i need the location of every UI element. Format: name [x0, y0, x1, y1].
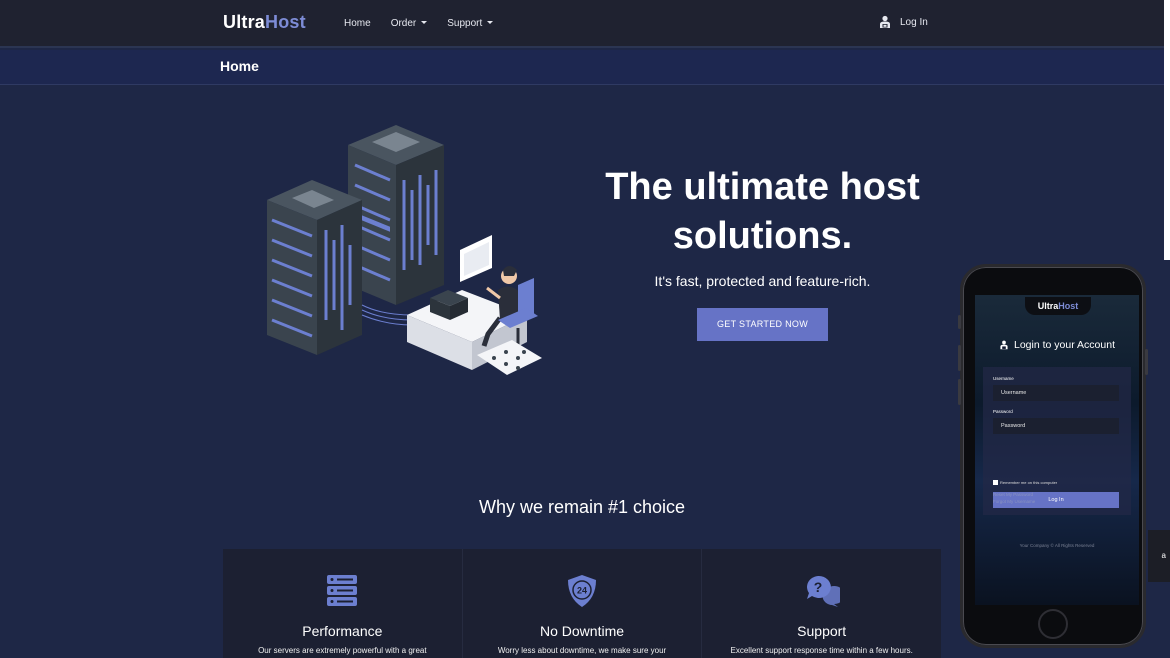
password-input[interactable]: Password	[993, 418, 1119, 434]
caret-down-icon	[421, 20, 428, 24]
reset-password-link[interactable]: Reset My Password	[993, 491, 1035, 498]
remember-me-checkbox[interactable]: Remember me on this computer	[993, 480, 1057, 485]
question-chat-icon: ?	[806, 575, 840, 607]
phone-brand-part1: Ultra	[1037, 301, 1059, 311]
remember-me-label: Remember me on this computer	[1000, 480, 1058, 485]
username-input[interactable]: Username	[993, 385, 1119, 401]
features-row: Performance Our servers are extremely po…	[223, 549, 942, 658]
breadcrumb-bar: Home	[0, 50, 1170, 85]
nav-order-dropdown[interactable]: Order	[391, 18, 428, 29]
feature-card-no-downtime: 24 No Downtime Worry less about downtime…	[462, 549, 703, 658]
feature-title: Performance	[302, 623, 383, 639]
main-nav: Home Order Support	[344, 18, 513, 29]
brand-logo[interactable]: UltraHost	[223, 12, 306, 33]
hero-subtitle: It's fast, protected and feature-rich.	[654, 273, 871, 289]
feature-card-support: ? Support Excellent support response tim…	[702, 549, 942, 658]
feature-card-performance: Performance Our servers are extremely po…	[223, 549, 463, 658]
feature-description: Worry less about downtime, we make sure …	[497, 646, 667, 655]
feature-title: Support	[797, 623, 847, 639]
svg-text:24: 24	[577, 586, 587, 596]
phone-brand-part2: Host	[1058, 301, 1079, 311]
phone-brand-logo[interactable]: UltraHost	[1025, 297, 1091, 315]
login-heading-text: Login to your Account	[1014, 339, 1115, 351]
nav-home-link[interactable]: Home	[344, 18, 371, 29]
phone-side-button	[958, 345, 961, 371]
feature-title: No Downtime	[539, 623, 625, 639]
checkbox-icon	[993, 480, 998, 485]
page-title: Home	[220, 58, 259, 74]
forgot-username-link[interactable]: Forgot My Username	[993, 498, 1035, 505]
user-lock-icon	[880, 15, 890, 28]
top-navbar: UltraHost Home Order Support Log In	[0, 0, 1170, 48]
svg-text:?: ?	[813, 579, 822, 595]
feature-description: Our servers are extremely powerful with …	[258, 646, 427, 655]
phone-home-button	[1038, 609, 1068, 639]
server-icon	[327, 575, 358, 606]
section-title: Why we remain #1 choice	[478, 497, 686, 517]
phone-side-button	[958, 315, 961, 329]
shield-24-icon: 24	[568, 575, 596, 607]
nav-support-label: Support	[447, 18, 483, 29]
caret-down-icon	[487, 20, 494, 24]
password-label: Password	[993, 409, 1013, 414]
phone-footer: Your Company © All Rights Reserved	[1019, 543, 1095, 548]
nav-order-label: Order	[390, 18, 417, 29]
login-label: Log In	[900, 16, 928, 28]
phone-mockup: UltraHost Login to your Account Username…	[958, 264, 1148, 648]
brand-part1: Ultra	[223, 12, 266, 32]
server-illustration	[267, 125, 542, 375]
nav-support-dropdown[interactable]: Support	[447, 18, 494, 29]
phone-side-button	[958, 379, 961, 405]
edge-widget: a	[1148, 530, 1170, 582]
window-edge	[1164, 0, 1170, 260]
brand-part2: Host	[265, 12, 306, 32]
login-heading: Login to your Account	[975, 339, 1139, 351]
phone-side-button	[1145, 349, 1148, 375]
get-started-button[interactable]: GET STARTED NOW	[697, 308, 828, 341]
feature-description: Excellent support response time within a…	[730, 646, 913, 655]
phone-screen: UltraHost Login to your Account Username…	[975, 295, 1139, 605]
username-label: Username	[993, 376, 1014, 381]
login-link[interactable]: Log In	[878, 15, 928, 29]
user-lock-icon	[1000, 340, 1008, 350]
hero-title: The ultimate host solutions.	[605, 166, 920, 257]
account-links: Reset My Password Forgot My Username	[993, 491, 1035, 505]
